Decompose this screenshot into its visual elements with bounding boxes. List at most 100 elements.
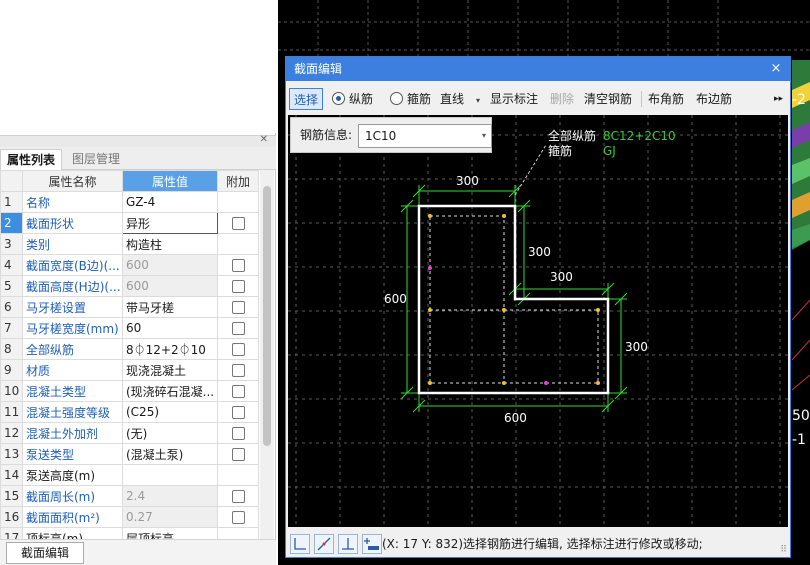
table-row[interactable]: 6 马牙槎设置 带马牙槎 (0, 296, 259, 318)
property-value[interactable]: 600 (122, 275, 218, 297)
dim-label-right[interactable]: 300 (625, 340, 648, 354)
rebar-info-select[interactable]: 1C10 ▾ (358, 124, 492, 148)
attach-checkbox[interactable] (231, 511, 245, 524)
radio-longitudinal[interactable]: 纵筋 (332, 88, 373, 110)
toolbar-overflow-icon[interactable]: ▸▸ (774, 88, 783, 110)
dialog-title-bar[interactable]: 截面编辑 × (286, 57, 790, 81)
attach-cell (217, 191, 259, 213)
attach-checkbox[interactable] (231, 427, 245, 440)
section-drawing[interactable]: 全部纵筋 8C12+2C10 箍筋 GJ 300 600 300 300 300… (288, 115, 788, 527)
show-label-button[interactable]: 显示标注 (490, 88, 538, 110)
select-button[interactable]: 选择 (289, 88, 323, 110)
close-icon[interactable]: × (768, 57, 784, 81)
attach-checkbox[interactable] (231, 448, 245, 461)
attach-checkbox[interactable] (231, 343, 245, 356)
clear-rebar-button[interactable]: 清空钢筋 (584, 88, 632, 110)
dim-label-bottom[interactable]: 600 (504, 411, 527, 425)
dim-label-left[interactable]: 600 (384, 292, 407, 306)
tab-layer-manager[interactable]: 图层管理 (66, 149, 126, 170)
table-row[interactable]: 15 截面周长(m) 2.4 (0, 485, 259, 507)
table-row[interactable]: 7 马牙槎宽度(mm) 60 (0, 317, 259, 339)
line-mode-dropdown[interactable]: 直线 ▾ (440, 88, 480, 110)
radio-stirrup[interactable]: 箍筋 (390, 88, 431, 110)
attach-checkbox[interactable] (231, 364, 245, 377)
angle-snap-icon[interactable] (314, 534, 334, 554)
perpendicular-snap-icon[interactable] (338, 534, 358, 554)
property-name: 泵送高度(m) (22, 464, 123, 486)
table-row[interactable]: 3 类别 构造柱 (0, 233, 259, 255)
attach-checkbox[interactable] (231, 385, 245, 398)
property-value[interactable]: GZ-4 (122, 191, 218, 213)
table-row[interactable]: 1 名称 GZ-4 (0, 191, 259, 213)
header-property-value[interactable]: 属性值 (122, 170, 218, 192)
property-value[interactable]: 600 (122, 254, 218, 276)
property-value[interactable]: (现浇碎石混凝... (122, 380, 218, 402)
table-row[interactable]: 14 泵送高度(m) (0, 464, 259, 486)
property-value[interactable]: 异形 (122, 212, 218, 234)
attach-checkbox[interactable] (231, 259, 245, 272)
property-value[interactable]: 2.4 (122, 485, 218, 507)
section-edit-dialog: 截面编辑 × 选择 纵筋 箍筋 直线 ▾ 显示标注 删除 清空钢筋 布角筋 布边筋… (285, 56, 791, 558)
resize-grip-icon[interactable]: ⠿ (780, 545, 787, 555)
property-value[interactable]: (无) (122, 422, 218, 444)
attach-cell (217, 317, 259, 339)
drawing-grid (288, 115, 788, 527)
property-name: 马牙槎设置 (22, 296, 123, 318)
property-value[interactable]: 8⏀12+2⏀10 (122, 338, 218, 360)
row-index: 12 (0, 422, 23, 444)
attach-checkbox[interactable] (231, 280, 245, 293)
attach-checkbox[interactable] (231, 301, 245, 314)
property-value[interactable]: 0.27 (122, 506, 218, 528)
section-drawing-canvas[interactable]: 全部纵筋 8C12+2C10 箍筋 GJ 300 600 300 300 300… (288, 115, 788, 527)
dim-label-top[interactable]: 300 (456, 174, 479, 188)
attach-cell (217, 359, 259, 381)
attach-cell (217, 338, 259, 360)
rebar-info-box: 钢筋信息: 1C10 ▾ (290, 117, 492, 153)
table-row[interactable]: 5 截面高度(H边)(... 600 (0, 275, 259, 297)
attach-cell (217, 296, 259, 318)
table-row[interactable]: 11 混凝土强度等级 (C25) (0, 401, 259, 423)
edge-rebar-button[interactable]: 布边筋 (696, 88, 732, 110)
table-header-row: 属性名称 属性值 附加 (0, 170, 259, 192)
property-scrollbar[interactable] (260, 170, 274, 540)
table-row[interactable]: 4 截面宽度(B边)(... 600 (0, 254, 259, 276)
property-value[interactable]: (混凝土泵) (122, 443, 218, 465)
property-value[interactable]: 现浇混凝土 (122, 359, 218, 381)
table-row[interactable]: 9 材质 现浇混凝土 (0, 359, 259, 381)
dim-label-inner-horizontal[interactable]: 300 (550, 270, 573, 284)
dim-label-inner-vertical[interactable]: 300 (528, 245, 551, 259)
row-index: 16 (0, 506, 23, 528)
header-property-name: 属性名称 (22, 170, 123, 192)
add-dimension-icon[interactable] (362, 534, 382, 554)
property-value[interactable]: 60 (122, 317, 218, 339)
property-name: 材质 (22, 359, 123, 381)
table-row[interactable]: 13 泵送类型 (混凝土泵) (0, 443, 259, 465)
table-row[interactable]: 8 全部纵筋 8⏀12+2⏀10 (0, 338, 259, 360)
property-value[interactable]: 构造柱 (122, 233, 218, 255)
table-row[interactable]: 16 截面面积(m²) 0.27 (0, 506, 259, 528)
attach-checkbox[interactable] (231, 217, 245, 230)
scrollbar-thumb[interactable] (263, 186, 271, 446)
attach-checkbox[interactable] (231, 490, 245, 503)
panel-close-icon[interactable]: ✕ (260, 134, 268, 145)
attach-cell (217, 485, 259, 507)
section-outline[interactable] (417, 204, 610, 395)
property-table: 属性名称 属性值 附加 1 名称 GZ-4 2 截面形状 异形 3 类别 构造柱 4 截面宽度(B边… (0, 170, 259, 549)
orthogonal-snap-icon[interactable] (290, 534, 310, 554)
attach-cell (217, 380, 259, 402)
table-row[interactable]: 2 截面形状 异形 (0, 212, 259, 234)
property-value[interactable] (122, 464, 218, 486)
delete-button[interactable]: 删除 (550, 88, 574, 110)
annotation-value-stirrup[interactable]: GJ (603, 144, 616, 158)
table-row[interactable]: 10 混凝土类型 (现浇碎石混凝... (0, 380, 259, 402)
background-3d-model (791, 60, 810, 391)
property-value[interactable]: (C25) (122, 401, 218, 423)
section-edit-button[interactable]: 截面编辑 (6, 542, 84, 564)
property-value[interactable]: 带马牙槎 (122, 296, 218, 318)
table-row[interactable]: 12 混凝土外加剂 (无) (0, 422, 259, 444)
annotation-value-all[interactable]: 8C12+2C10 (603, 129, 676, 143)
tab-property-list[interactable]: 属性列表 (0, 149, 63, 170)
attach-checkbox[interactable] (231, 406, 245, 419)
corner-rebar-button[interactable]: 布角筋 (648, 88, 684, 110)
attach-checkbox[interactable] (231, 322, 245, 335)
